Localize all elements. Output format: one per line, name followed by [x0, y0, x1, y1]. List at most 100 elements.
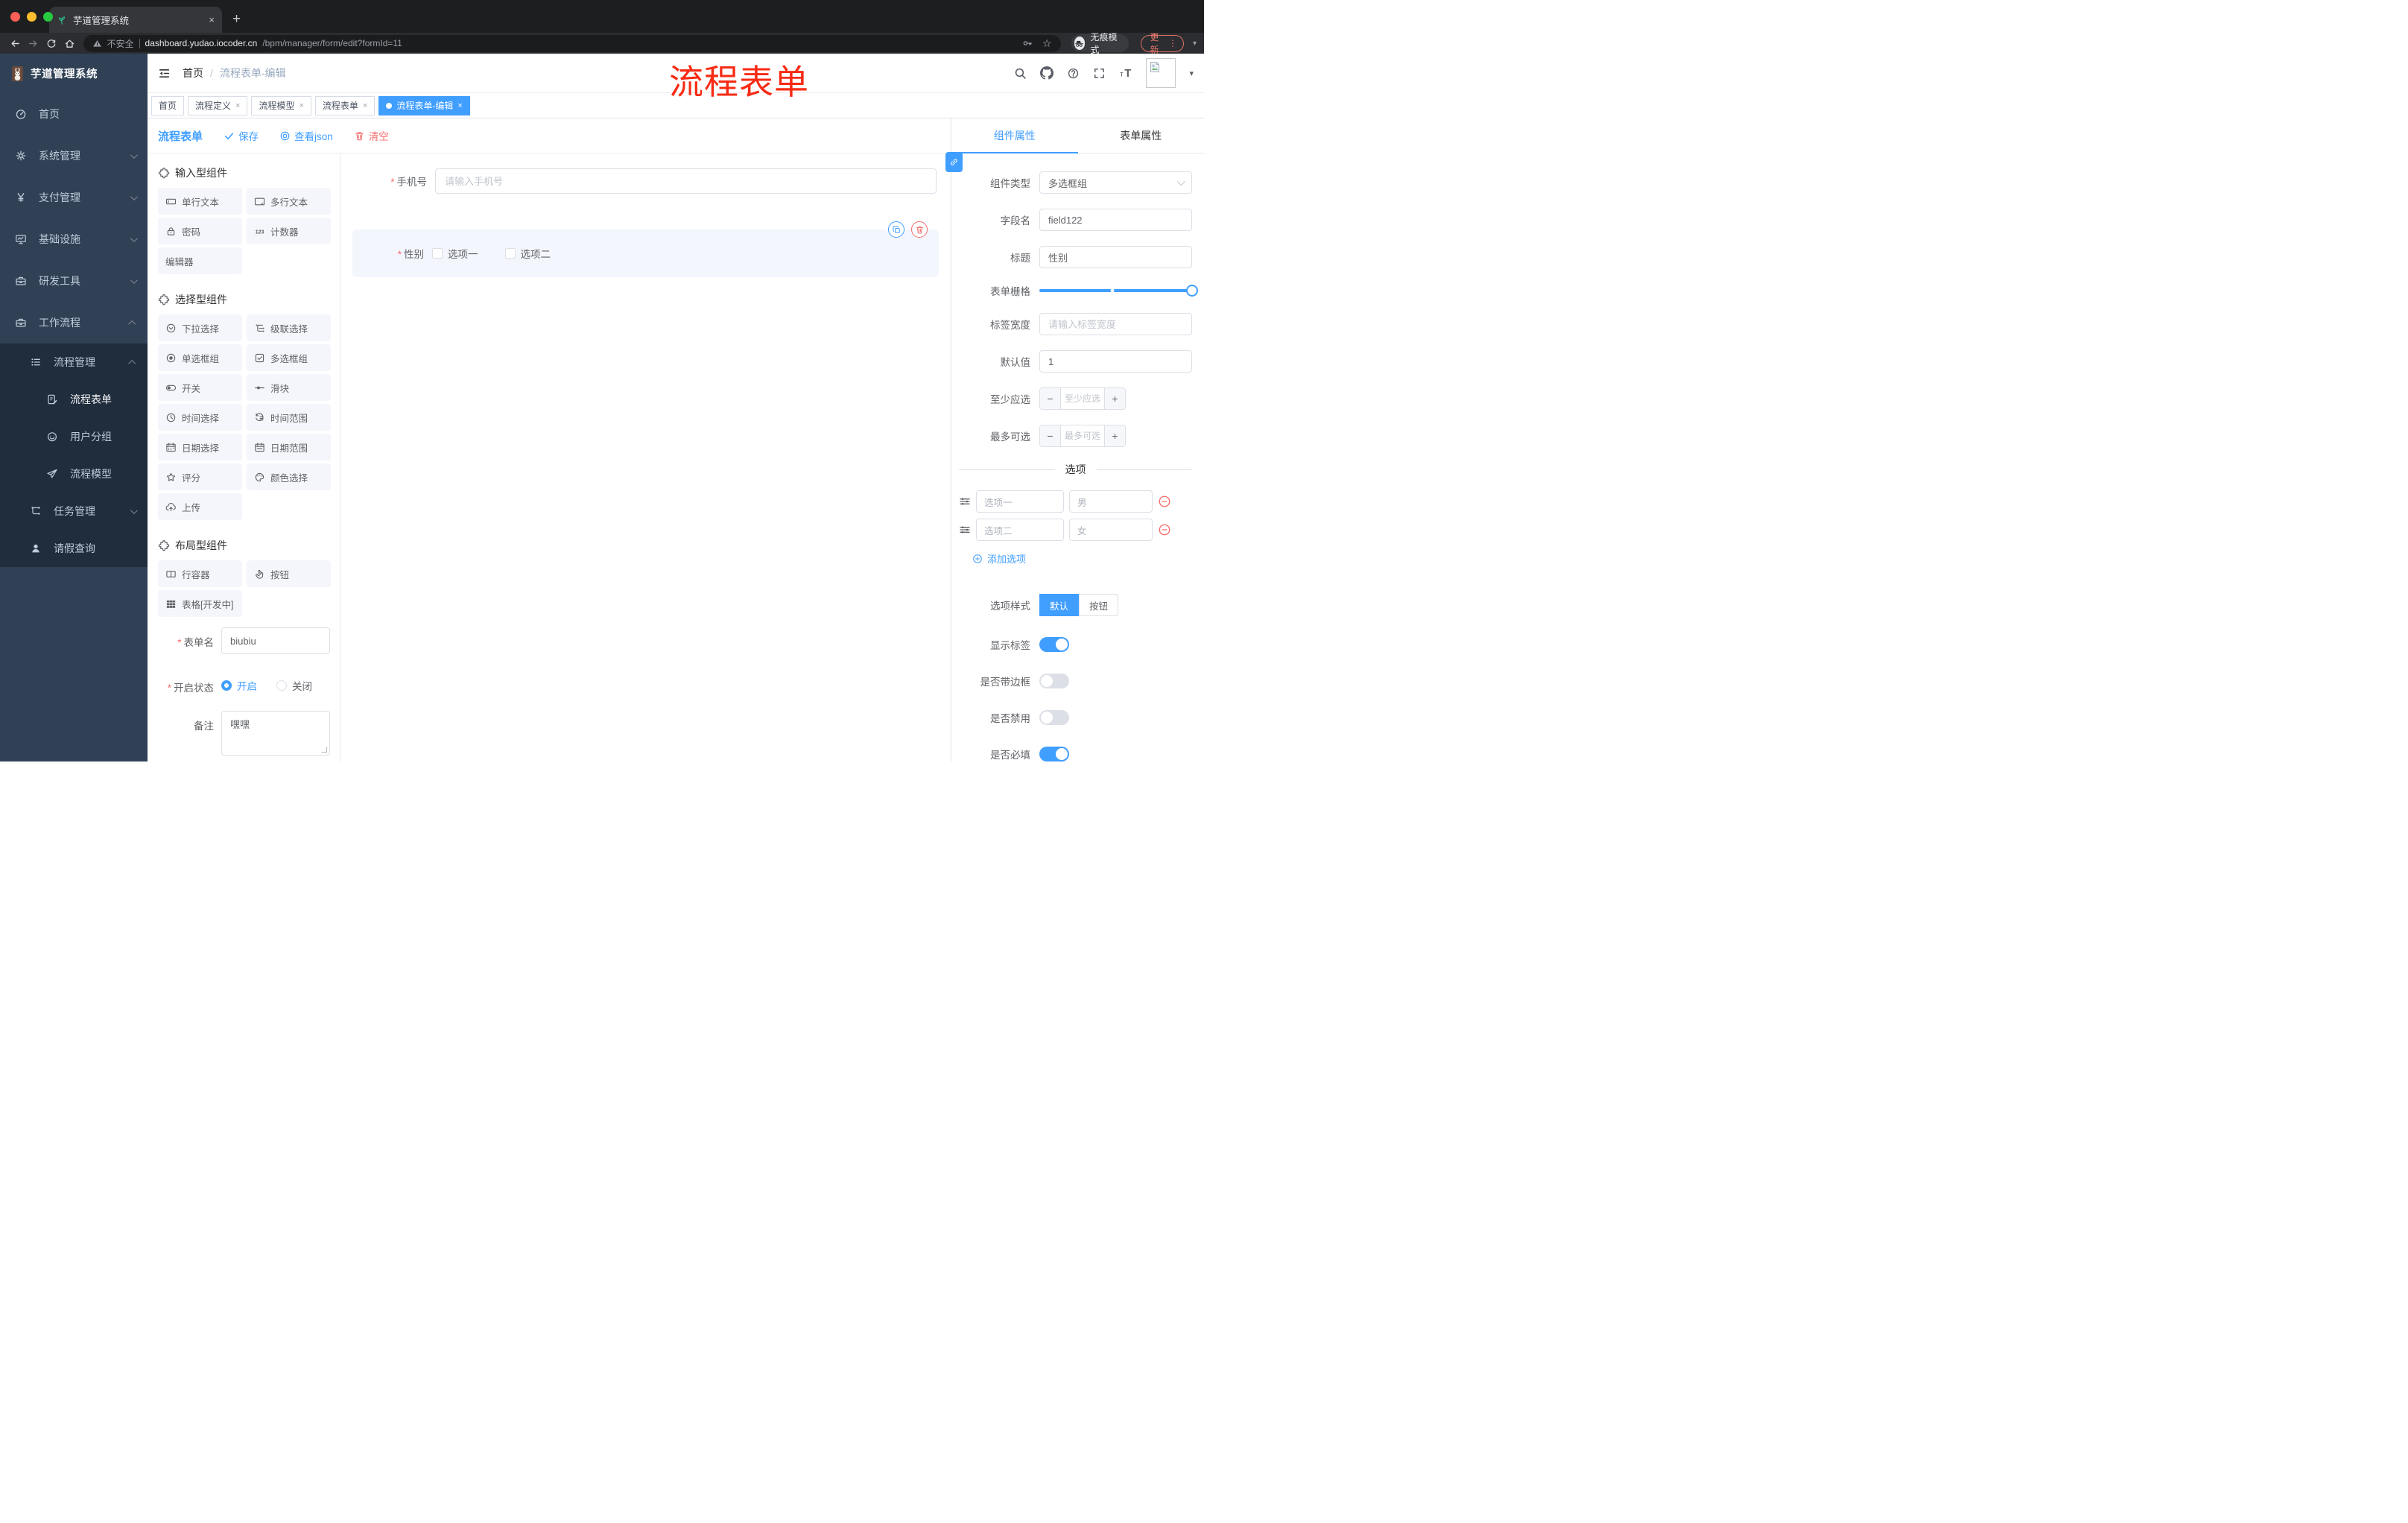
component-item[interactable]: 评分	[158, 463, 242, 490]
increase-button[interactable]: +	[1104, 425, 1125, 446]
tab-component-props[interactable]: 组件属性	[951, 118, 1078, 153]
form-canvas[interactable]: 手机号 性别	[340, 153, 951, 762]
phone-field[interactable]: 手机号	[352, 168, 939, 194]
form-name-input[interactable]	[221, 627, 330, 654]
delete-field-button[interactable]	[911, 221, 928, 238]
collapse-sidebar-icon[interactable]	[158, 67, 171, 80]
toggle-switch[interactable]	[1039, 674, 1069, 688]
tag-tab[interactable]: 首页	[151, 95, 185, 115]
sidebar-item[interactable]: 支付管理	[0, 177, 148, 218]
component-item[interactable]: 级联选择	[247, 314, 331, 341]
sidebar-logo[interactable]: 芋道管理系统	[0, 54, 148, 93]
avatar[interactable]	[1146, 58, 1176, 88]
component-item[interactable]: 时间选择	[158, 404, 242, 431]
fullscreen-icon[interactable]	[1093, 67, 1106, 80]
avatar-caret-icon[interactable]: ▾	[1189, 69, 1194, 78]
back-button[interactable]	[7, 37, 22, 50]
security-label[interactable]: 不安全	[107, 37, 134, 50]
status-off-radio[interactable]: 关闭	[276, 678, 312, 693]
component-item[interactable]: 颜色选择	[247, 463, 331, 490]
help-icon[interactable]	[1067, 67, 1080, 80]
bookmark-star-icon[interactable]: ☆	[1042, 37, 1052, 50]
sidebar-item[interactable]: 流程表单	[0, 381, 148, 418]
search-icon[interactable]	[1014, 67, 1027, 80]
sidebar-item[interactable]: 首页	[0, 93, 148, 135]
component-item[interactable]: 开关	[158, 374, 242, 401]
password-key-icon[interactable]	[1022, 38, 1033, 48]
github-icon[interactable]	[1040, 66, 1054, 80]
option-style-button[interactable]: 默认	[1039, 594, 1080, 616]
option-label-input[interactable]	[976, 519, 1064, 541]
min-select-input[interactable]	[1061, 388, 1104, 409]
sidebar-item[interactable]: 工作流程	[0, 302, 148, 343]
tag-tab[interactable]: 流程表单 ×	[314, 95, 376, 115]
form-remark-textarea[interactable]: 嘿嘿	[221, 711, 330, 756]
component-item[interactable]: 日期范围	[247, 434, 331, 460]
tag-close-icon[interactable]: ×	[363, 101, 367, 110]
toggle-switch[interactable]	[1039, 747, 1069, 762]
tag-tab[interactable]: 流程模型 ×	[251, 95, 311, 115]
status-on-radio[interactable]: 开启	[221, 678, 257, 693]
component-item[interactable]: 表格[开发中]	[158, 590, 242, 617]
drag-handle-icon[interactable]	[959, 524, 971, 536]
component-type-select[interactable]: 多选框组	[1039, 171, 1192, 194]
component-item[interactable]: 多选框组	[247, 344, 331, 371]
sidebar-item[interactable]: 用户分组	[0, 418, 148, 455]
remove-option-icon[interactable]	[1158, 523, 1171, 536]
add-option-button[interactable]: 添加选项	[972, 551, 1192, 566]
sidebar-item[interactable]: 请假查询	[0, 530, 148, 567]
option-style-button[interactable]: 按钮	[1079, 594, 1119, 616]
component-item[interactable]: 编辑器	[158, 247, 242, 274]
sidebar-item[interactable]: 基础设施	[0, 218, 148, 260]
duplicate-field-button[interactable]	[888, 221, 904, 238]
label-width-input[interactable]	[1039, 313, 1192, 335]
toggle-switch[interactable]	[1039, 637, 1069, 652]
option-value-input[interactable]	[1069, 490, 1153, 513]
increase-button[interactable]: +	[1104, 388, 1125, 409]
remove-option-icon[interactable]	[1158, 495, 1171, 508]
option-label-input[interactable]	[976, 490, 1064, 513]
phone-input[interactable]	[435, 168, 937, 194]
drag-handle-icon[interactable]	[959, 495, 971, 507]
component-item[interactable]: 单行文本	[158, 188, 242, 215]
font-size-icon[interactable]	[1119, 66, 1132, 80]
slider-handle[interactable]	[1186, 285, 1198, 297]
tab-close-icon[interactable]: ×	[209, 14, 215, 25]
new-tab-button[interactable]: +	[232, 11, 241, 28]
tag-tab[interactable]: 流程定义 ×	[188, 95, 248, 115]
tag-tab[interactable]: 流程表单-编辑 ×	[378, 95, 470, 115]
address-bar[interactable]: 不安全 dashboard.yudao.iocoder.cn/bpm/manag…	[83, 34, 1061, 52]
sidebar-item[interactable]: 流程模型	[0, 455, 148, 493]
component-item[interactable]: 多行文本	[247, 188, 331, 215]
tag-close-icon[interactable]: ×	[235, 101, 240, 110]
component-item[interactable]: 密码	[158, 218, 242, 244]
browser-tab[interactable]: 芋道管理系统 ×	[49, 7, 222, 33]
sidebar-item[interactable]: 任务管理	[0, 493, 148, 530]
component-item[interactable]: 计数器	[247, 218, 331, 244]
gender-field-selected[interactable]: 性别 选项一	[352, 221, 939, 277]
home-button[interactable]	[62, 37, 77, 50]
gender-option-checkbox[interactable]: 选项二	[504, 246, 551, 261]
view-json-button[interactable]: 查看json	[279, 128, 333, 143]
sidebar-item[interactable]: 流程管理	[0, 343, 148, 381]
save-button[interactable]: 保存	[224, 128, 259, 143]
link-tag-button[interactable]	[945, 152, 963, 172]
title-input[interactable]	[1039, 246, 1192, 268]
checkbox-icon[interactable]	[432, 248, 443, 259]
browser-chevron-icon[interactable]: ▾	[1193, 39, 1197, 48]
field-name-input[interactable]	[1039, 209, 1192, 231]
component-item[interactable]: 单选框组	[158, 344, 242, 371]
component-item[interactable]: 按钮	[247, 560, 331, 587]
decrease-button[interactable]: −	[1040, 388, 1061, 409]
form-grid-slider[interactable]	[1039, 285, 1198, 297]
update-chrome-button[interactable]: 更新 ⋮	[1141, 32, 1184, 55]
window-controls[interactable]	[10, 12, 53, 22]
gender-option-checkbox[interactable]: 选项一	[432, 246, 478, 261]
decrease-button[interactable]: −	[1040, 425, 1061, 446]
sidebar-item[interactable]: 研发工具	[0, 260, 148, 302]
breadcrumb-home[interactable]: 首页	[183, 66, 203, 80]
component-item[interactable]: 下拉选择	[158, 314, 242, 341]
tag-close-icon[interactable]: ×	[299, 101, 303, 110]
max-select-input[interactable]	[1061, 425, 1104, 446]
component-item[interactable]: 日期选择	[158, 434, 242, 460]
